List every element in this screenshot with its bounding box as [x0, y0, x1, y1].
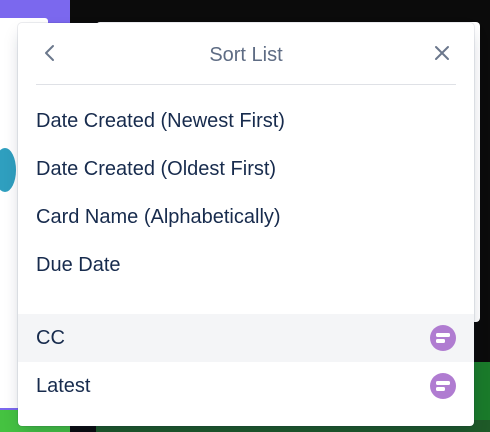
- card-sort-icon: [430, 325, 456, 351]
- header-divider: [36, 84, 456, 85]
- saved-sort-latest[interactable]: Latest: [18, 362, 474, 410]
- sort-option-date-oldest[interactable]: Date Created (Oldest First): [18, 145, 474, 193]
- close-button[interactable]: [426, 37, 458, 69]
- saved-sort-label: Latest: [36, 374, 91, 397]
- popover-title: Sort List: [209, 44, 283, 66]
- close-icon: [435, 46, 449, 60]
- popover-header: Sort List: [18, 23, 474, 85]
- sort-list-popover: Sort List Date Created (Newest First) Da…: [18, 23, 474, 426]
- saved-sort-label: CC: [36, 326, 65, 349]
- card-sort-icon: [430, 373, 456, 399]
- sort-option-label: Due Date: [36, 253, 121, 276]
- saved-sort-cc[interactable]: CC: [18, 314, 474, 362]
- sort-option-label: Card Name (Alphabetically): [36, 205, 281, 228]
- sort-option-label: Date Created (Newest First): [36, 109, 285, 132]
- sort-option-due-date[interactable]: Due Date: [18, 241, 474, 289]
- sort-option-card-name[interactable]: Card Name (Alphabetically): [18, 193, 474, 241]
- saved-sorts-list: CC Latest: [18, 314, 474, 410]
- sort-options-list: Date Created (Newest First) Date Created…: [18, 97, 474, 289]
- sort-option-label: Date Created (Oldest First): [36, 157, 277, 180]
- sort-option-date-newest[interactable]: Date Created (Newest First): [18, 97, 474, 145]
